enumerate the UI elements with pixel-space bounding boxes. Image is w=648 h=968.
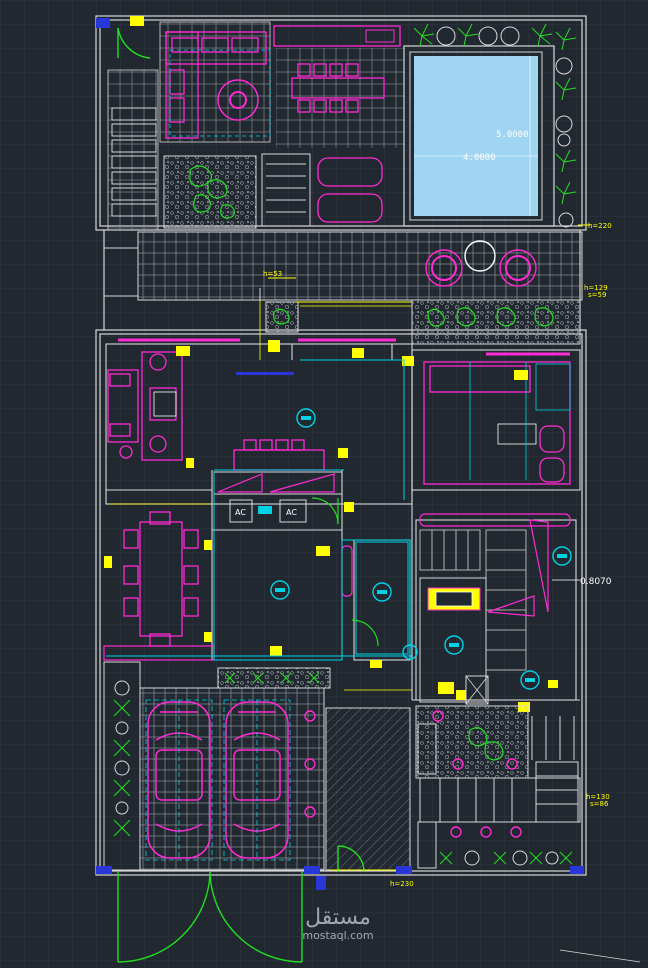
outdoor-lounge-floor bbox=[159, 21, 271, 143]
level-h53: h=53 bbox=[263, 270, 282, 278]
wall-tv bbox=[236, 372, 294, 375]
ac-label-2: AC bbox=[286, 508, 297, 517]
pool-length-label: 5.0000 bbox=[496, 130, 529, 140]
level-h220: h=220 bbox=[588, 222, 612, 230]
rear-planter-box bbox=[411, 299, 581, 345]
level-h230: h=230 bbox=[390, 880, 414, 888]
pool-width-label: 4.0000 bbox=[463, 153, 496, 163]
small-planter bbox=[265, 301, 299, 333]
gravel-planter bbox=[163, 155, 257, 229]
watermark-arabic: مستقل bbox=[305, 905, 371, 930]
side-walkway bbox=[107, 69, 159, 231]
cad-floor-plan: 4.0000 5.0000 h=220 h=53 h=129 s=59 AC A… bbox=[0, 0, 648, 968]
rear-terrace-paving bbox=[137, 231, 583, 301]
watermark: مستقل mostaql.com bbox=[288, 906, 388, 942]
ac-label-1: AC bbox=[235, 508, 246, 517]
swimming-pool: 4.0000 5.0000 bbox=[403, 45, 555, 227]
stair-dim-label: 0.8070 bbox=[580, 577, 612, 587]
garage-planter bbox=[217, 667, 331, 689]
garage-floor bbox=[139, 687, 325, 871]
watermark-latin: mostaql.com bbox=[302, 929, 374, 942]
level-s86: s=86 bbox=[590, 800, 609, 808]
level-s59: s=59 bbox=[588, 291, 606, 299]
floor-plan-drawing: 4.0000 5.0000 h=220 h=53 h=129 s=59 AC A… bbox=[0, 0, 648, 968]
